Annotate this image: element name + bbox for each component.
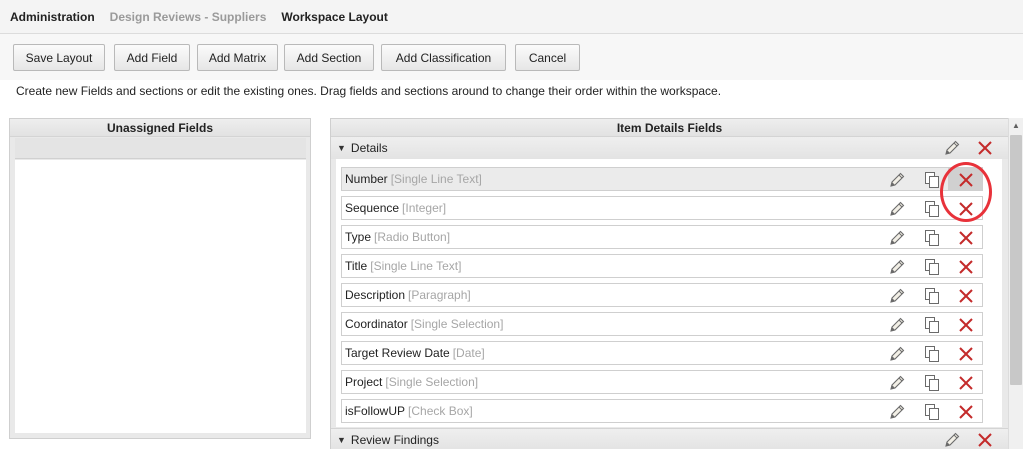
field-type: [Single Selection]: [385, 375, 479, 389]
field-row[interactable]: Project [Single Selection]: [341, 370, 983, 394]
copy-icon[interactable]: [923, 258, 941, 276]
add-field-button[interactable]: Add Field: [114, 44, 190, 71]
item-details-fields-panel: Item Details Fields ▼ Details Number [Sin…: [330, 118, 1009, 449]
delete-x-icon[interactable]: [957, 374, 975, 392]
toolbar: Save Layout Add Field Add Matrix Add Sec…: [0, 34, 1023, 80]
field-type: [Single Line Text]: [390, 172, 482, 186]
copy-icon[interactable]: [923, 229, 941, 247]
pencil-icon[interactable]: [888, 200, 906, 218]
copy-icon[interactable]: [923, 171, 941, 189]
section-title: Details: [350, 141, 388, 155]
triangle-down-icon[interactable]: ▼: [337, 143, 346, 153]
copy-icon[interactable]: [923, 374, 941, 392]
copy-icon[interactable]: [923, 316, 941, 334]
breadcrumb-workspace-layout: Workspace Layout: [281, 9, 388, 24]
field-name: Title: [345, 259, 368, 273]
field-type: [Single Line Text]: [370, 259, 462, 273]
field-type: [Integer]: [402, 201, 447, 215]
breadcrumb-administration[interactable]: Administration: [10, 10, 95, 24]
pencil-icon[interactable]: [943, 139, 961, 157]
pencil-icon[interactable]: [943, 431, 961, 449]
field-name: isFollowUP: [345, 404, 406, 418]
add-section-button[interactable]: Add Section: [284, 44, 374, 71]
breadcrumb: Administration Design Reviews - Supplier…: [0, 0, 1023, 34]
field-row[interactable]: isFollowUP [Check Box]: [341, 399, 983, 423]
add-classification-button[interactable]: Add Classification: [381, 44, 506, 71]
delete-x-icon[interactable]: [957, 200, 975, 218]
field-type: [Check Box]: [408, 404, 473, 418]
field-row[interactable]: Title [Single Line Text]: [341, 254, 983, 278]
delete-x-icon[interactable]: [957, 258, 975, 276]
delete-x-icon[interactable]: [957, 345, 975, 363]
scroll-up-arrow-icon[interactable]: ▲: [1009, 118, 1023, 133]
pencil-icon[interactable]: [888, 258, 906, 276]
field-type: [Date]: [452, 346, 485, 360]
section-header-review-findings[interactable]: ▼ Review Findings: [331, 428, 1008, 449]
field-row[interactable]: Number [Single Line Text]: [341, 167, 983, 191]
field-row[interactable]: Sequence [Integer]: [341, 196, 983, 220]
copy-icon[interactable]: [923, 345, 941, 363]
field-name: Sequence: [345, 201, 400, 215]
unassigned-fields-title: Unassigned Fields: [10, 119, 310, 137]
triangle-down-icon[interactable]: ▼: [337, 435, 346, 445]
field-type: [Single Selection]: [410, 317, 504, 331]
copy-icon[interactable]: [923, 287, 941, 305]
section-header-details[interactable]: ▼ Details: [331, 137, 1008, 159]
pencil-icon[interactable]: [888, 374, 906, 392]
scrollbar-thumb[interactable]: [1010, 135, 1022, 385]
field-name: Target Review Date: [345, 346, 450, 360]
pencil-icon[interactable]: [888, 287, 906, 305]
delete-x-icon[interactable]: [957, 229, 975, 247]
unassigned-fields-list[interactable]: [15, 160, 306, 433]
field-type: [Paragraph]: [408, 288, 471, 302]
delete-x-icon[interactable]: [976, 431, 994, 449]
field-name: Coordinator: [345, 317, 408, 331]
field-row[interactable]: Target Review Date [Date]: [341, 341, 983, 365]
delete-x-icon[interactable]: [957, 171, 975, 189]
save-layout-button[interactable]: Save Layout: [13, 44, 105, 71]
breadcrumb-design-reviews-suppliers[interactable]: Design Reviews - Suppliers: [110, 10, 267, 24]
field-row[interactable]: Description [Paragraph]: [341, 283, 983, 307]
cancel-button[interactable]: Cancel: [515, 44, 580, 71]
field-name: Number: [345, 172, 388, 186]
add-matrix-button[interactable]: Add Matrix: [197, 44, 278, 71]
field-name: Description: [345, 288, 406, 302]
pencil-icon[interactable]: [888, 316, 906, 334]
section-body-details: Number [Single Line Text] Sequence [Integer…: [336, 159, 1002, 427]
section-title: Review Findings: [350, 432, 439, 447]
vertical-scrollbar[interactable]: ▲: [1008, 118, 1023, 449]
field-row[interactable]: Type [Radio Button]: [341, 225, 983, 249]
item-details-fields-title: Item Details Fields: [331, 119, 1008, 137]
pencil-icon[interactable]: [888, 403, 906, 421]
unassigned-fields-panel: Unassigned Fields: [9, 118, 311, 439]
copy-icon[interactable]: [923, 200, 941, 218]
delete-x-icon[interactable]: [957, 287, 975, 305]
delete-x-icon[interactable]: [957, 403, 975, 421]
pencil-icon[interactable]: [888, 171, 906, 189]
unassigned-fields-filter-bar: [15, 138, 306, 159]
field-type: [Radio Button]: [374, 230, 451, 244]
field-name: Type: [345, 230, 372, 244]
copy-icon[interactable]: [923, 403, 941, 421]
pencil-icon[interactable]: [888, 345, 906, 363]
delete-x-icon[interactable]: [957, 316, 975, 334]
pencil-icon[interactable]: [888, 229, 906, 247]
field-row[interactable]: Coordinator [Single Selection]: [341, 312, 983, 336]
instructions-text: Create new Fields and sections or edit t…: [16, 84, 722, 98]
field-name: Project: [345, 375, 383, 389]
delete-x-icon[interactable]: [976, 139, 994, 157]
